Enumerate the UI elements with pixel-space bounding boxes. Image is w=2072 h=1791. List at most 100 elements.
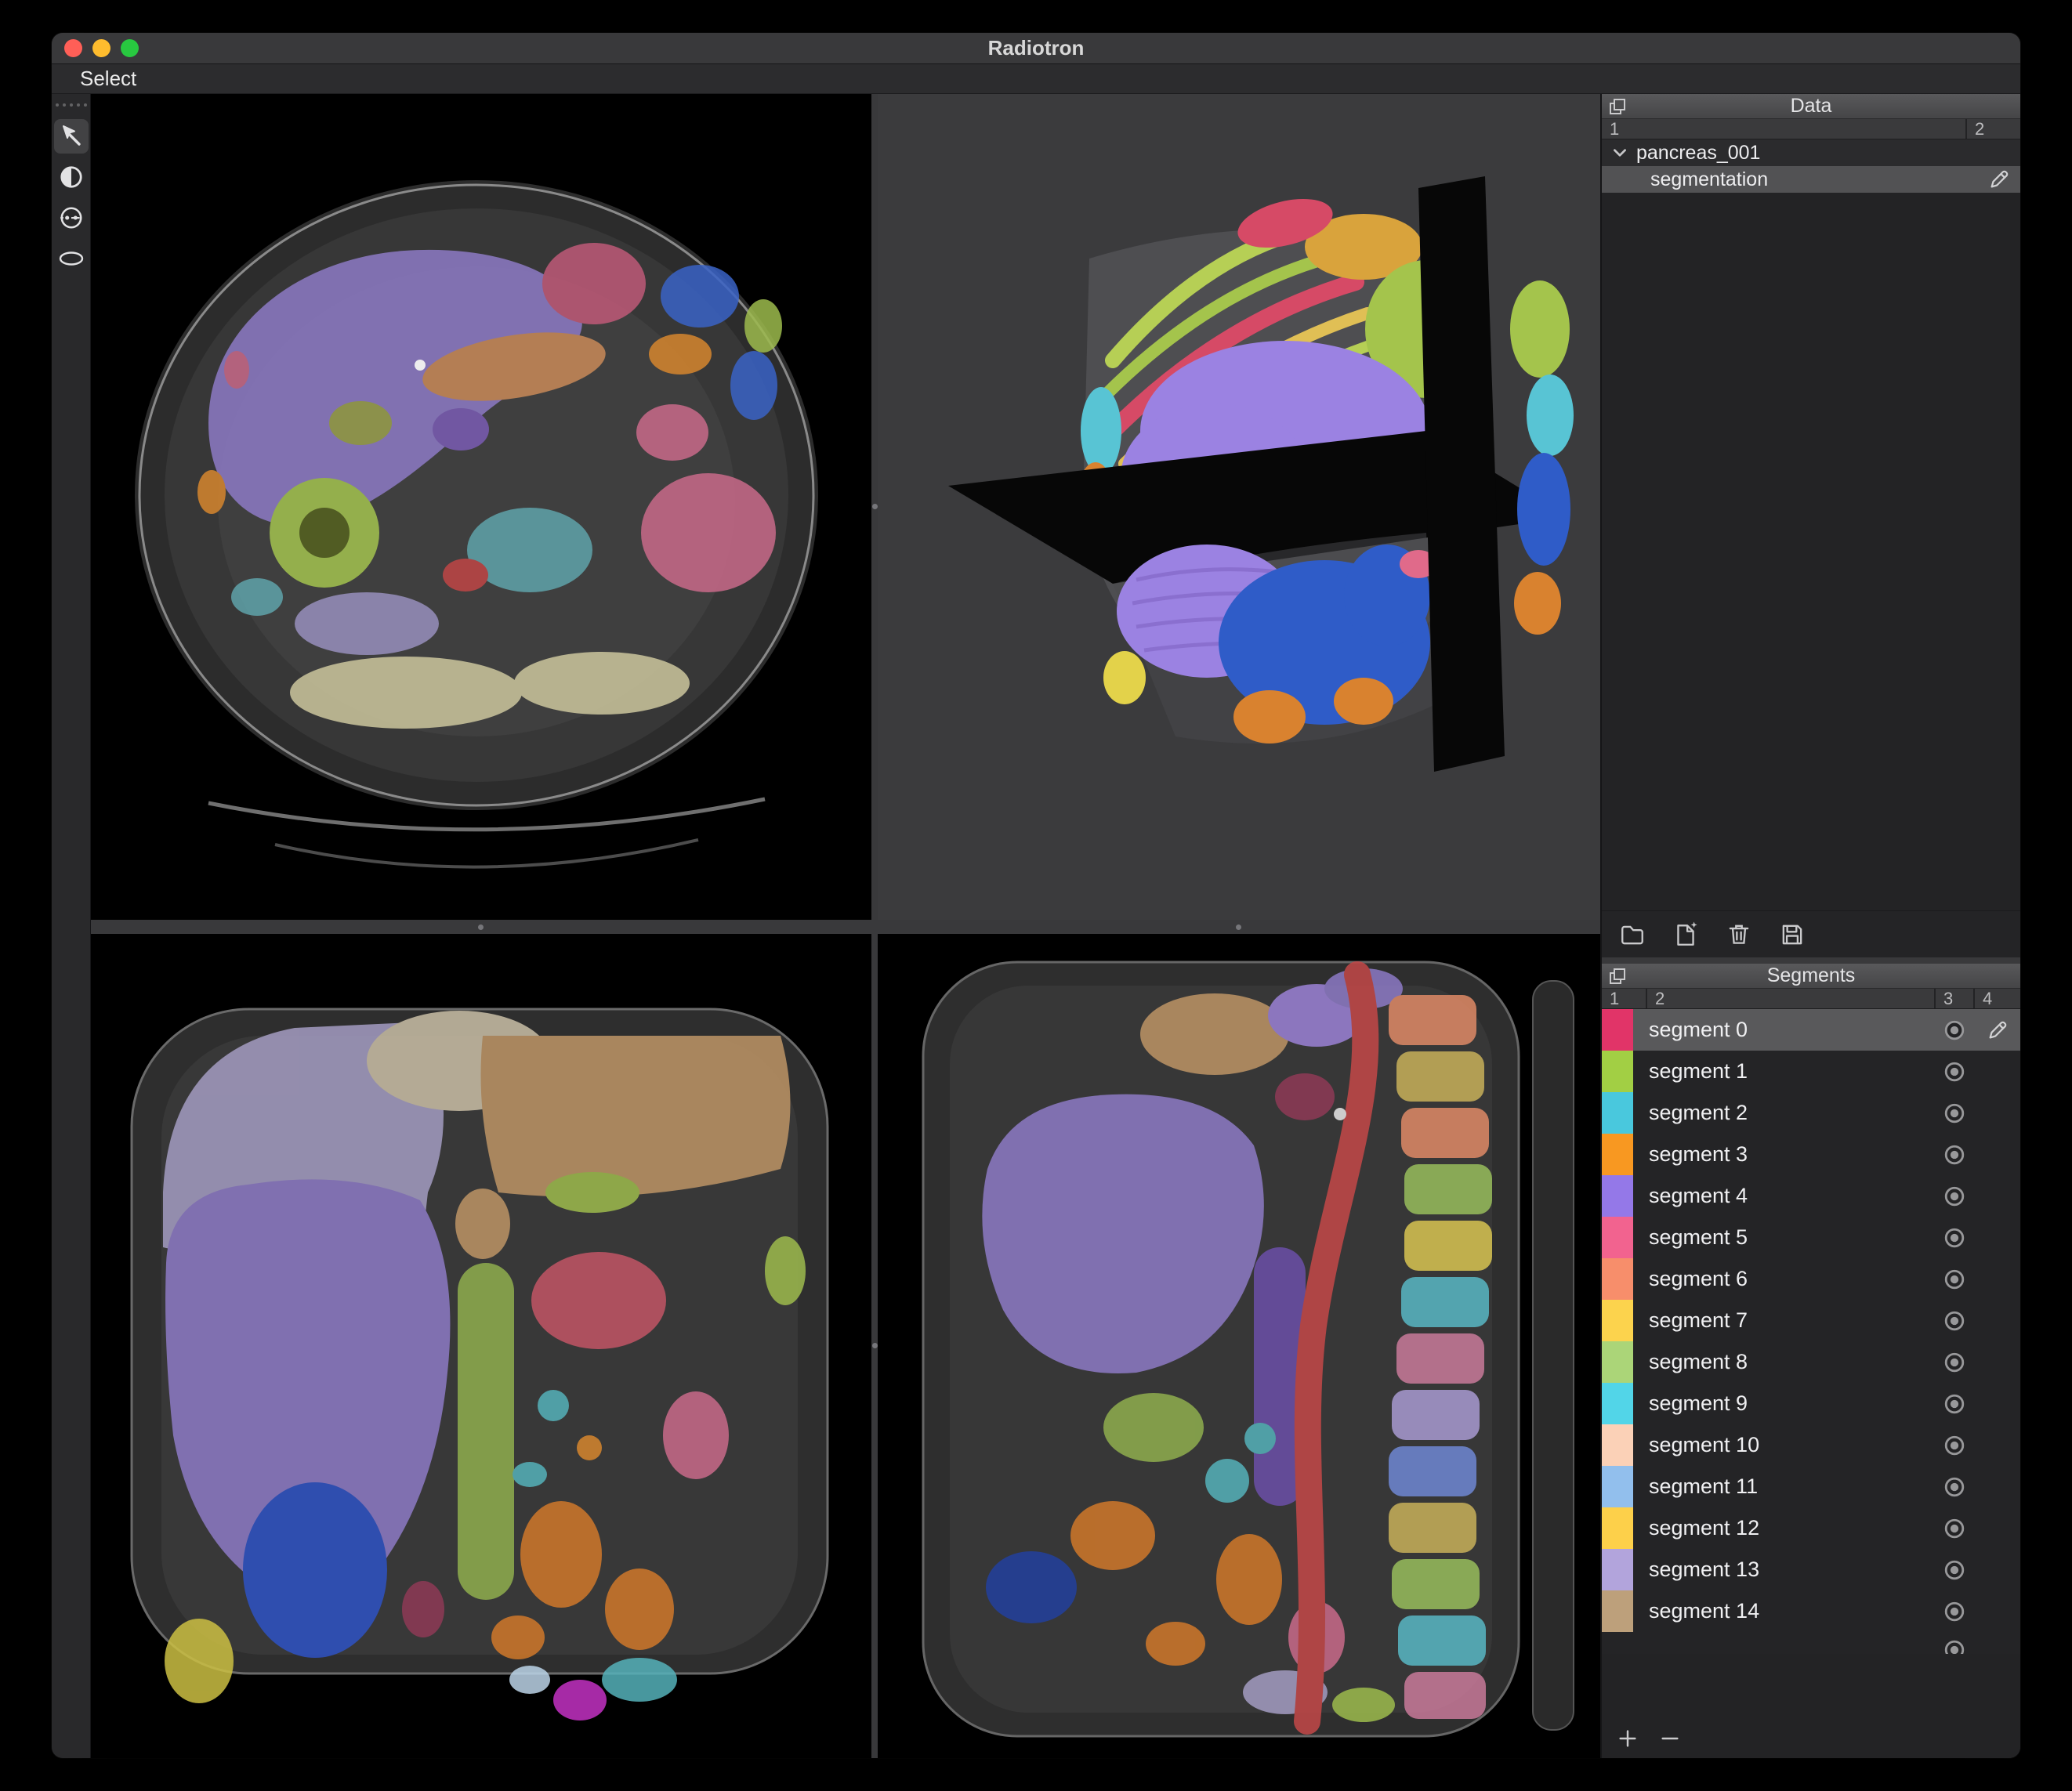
segment-visibility-toggle[interactable] [1934,1309,1975,1333]
save-icon[interactable] [1777,920,1807,950]
segment-visibility-toggle[interactable] [1934,1102,1975,1125]
segment-visibility-toggle[interactable] [1934,1143,1975,1167]
segment-row[interactable]: segment 5 [1602,1217,2020,1258]
segment-row[interactable]: segment 6 [1602,1258,2020,1300]
pencil-icon[interactable] [1975,1019,2020,1042]
segment-color-swatch[interactable] [1602,1009,1633,1051]
segment-visibility-toggle[interactable] [1934,1060,1975,1084]
segment-color-swatch[interactable] [1602,1217,1633,1258]
close-window-button[interactable] [64,39,82,57]
segment-color-swatch[interactable] [1602,1466,1633,1507]
float-panel-icon[interactable] [1608,967,1627,986]
segments-column-4[interactable]: 4 [1973,989,2020,1008]
segment-visibility-toggle[interactable] [1934,1226,1975,1250]
cursor-tool-button[interactable] [54,119,89,154]
segments-empty-area [1602,1654,2020,1719]
segment-row[interactable]: segment 2 [1602,1092,2020,1134]
segment-visibility-toggle[interactable] [1934,1268,1975,1291]
menu-select[interactable]: Select [69,67,147,91]
viewport-axial[interactable] [91,94,871,920]
segment-row[interactable]: segment 4 [1602,1175,2020,1217]
segment-label: segment 1 [1633,1059,1934,1084]
app-window: Radiotron Select [52,33,2020,1758]
segment-visibility-toggle[interactable] [1934,1351,1975,1374]
float-panel-icon[interactable] [1608,97,1627,116]
segment-row[interactable]: segment 14 [1602,1590,2020,1632]
titlebar: Radiotron [52,33,2020,64]
segment-color-swatch[interactable] [1602,1383,1633,1424]
segment-row-clipped[interactable] [1602,1632,2020,1654]
segment-color-swatch[interactable] [1602,1424,1633,1466]
segment-row[interactable]: segment 11 [1602,1466,2020,1507]
segment-row[interactable]: segment 10 [1602,1424,2020,1466]
segment-color-swatch[interactable] [1602,1341,1633,1383]
panel-divider[interactable] [1602,957,2020,964]
segments-column-3[interactable]: 3 [1934,989,1973,1008]
segment-label: segment 3 [1633,1142,1934,1167]
zoom-window-button[interactable] [121,39,139,57]
tree-item-segmentation[interactable]: segmentation [1602,166,2020,193]
segment-row[interactable]: segment 1 [1602,1051,2020,1092]
segment-visibility-toggle[interactable] [1934,1517,1975,1540]
segments-column-1[interactable]: 1 [1602,989,1646,1008]
pencil-icon[interactable] [1987,168,2011,191]
ellipse-tool-button[interactable] [54,241,89,276]
data-column-1[interactable]: 1 [1602,119,1965,139]
segments-column-2[interactable]: 2 [1646,989,1934,1008]
segment-row[interactable]: segment 9 [1602,1383,2020,1424]
segment-row[interactable]: segment 3 [1602,1134,2020,1175]
segment-color-swatch[interactable] [1602,1300,1633,1341]
segments-panel-header: Segments [1602,964,2020,989]
segment-row[interactable]: segment 12 [1602,1507,2020,1549]
segment-visibility-toggle [1934,1632,1975,1654]
tool-sidebar [52,94,91,1758]
desktop: Radiotron Select [0,0,2072,1791]
segment-visibility-toggle[interactable] [1934,1600,1975,1623]
chevron-down-icon[interactable] [1611,144,1628,161]
open-folder-icon[interactable] [1617,920,1647,950]
segment-color-swatch[interactable] [1602,1092,1633,1134]
viewport-3d[interactable] [878,94,1600,920]
window-level-tool-button[interactable] [54,201,89,235]
segment-color-swatch[interactable] [1602,1175,1633,1217]
segment-color-swatch[interactable] [1602,1507,1633,1549]
segment-row[interactable]: segment 0 [1602,1009,2020,1051]
viewport-sagittal[interactable] [878,934,1600,1758]
segment-visibility-toggle[interactable] [1934,1475,1975,1499]
segment-visibility-toggle[interactable] [1934,1558,1975,1582]
splitter-handle[interactable] [872,504,878,509]
segment-row[interactable]: segment 13 [1602,1549,2020,1590]
contrast-tool-button[interactable] [54,160,89,194]
minimize-window-button[interactable] [92,39,110,57]
data-column-2[interactable]: 2 [1965,119,2020,139]
toolbar-grip-handle[interactable] [56,103,87,107]
remove-segment-button[interactable] [1654,1722,1686,1755]
segments-panel: Segments 1 2 3 4 segment 0 [1602,964,2020,1758]
right-panel: Data 1 2 pancreas_001 segmentation [1600,94,2020,1758]
segment-row[interactable]: segment 7 [1602,1300,2020,1341]
segment-color-swatch[interactable] [1602,1590,1633,1632]
segment-label: segment 8 [1633,1350,1934,1374]
segment-visibility-toggle[interactable] [1934,1434,1975,1457]
tree-item-pancreas-001[interactable]: pancreas_001 [1602,139,2020,166]
viewport-coronal[interactable] [91,934,871,1758]
segment-color-swatch[interactable] [1602,1258,1633,1300]
splitter-handle[interactable] [1236,924,1241,930]
add-segment-button[interactable] [1611,1722,1644,1755]
segment-color-swatch[interactable] [1602,1549,1633,1590]
splitter-handle[interactable] [478,924,484,930]
trash-icon[interactable] [1724,920,1754,950]
segments-footer [1602,1719,2020,1758]
segment-label: segment 13 [1633,1558,1934,1582]
segment-color-swatch[interactable] [1602,1134,1633,1175]
segment-visibility-toggle[interactable] [1934,1019,1975,1042]
data-panel: Data 1 2 pancreas_001 segmentation [1602,94,2020,957]
segment-color-swatch[interactable] [1602,1051,1633,1092]
segment-label: segment 2 [1633,1101,1934,1125]
segment-row[interactable]: segment 8 [1602,1341,2020,1383]
splitter-handle[interactable] [872,1343,878,1348]
segment-visibility-toggle[interactable] [1934,1392,1975,1416]
segment-visibility-toggle[interactable] [1934,1185,1975,1208]
data-toolbar [1602,910,2020,957]
new-item-icon[interactable] [1671,920,1701,950]
